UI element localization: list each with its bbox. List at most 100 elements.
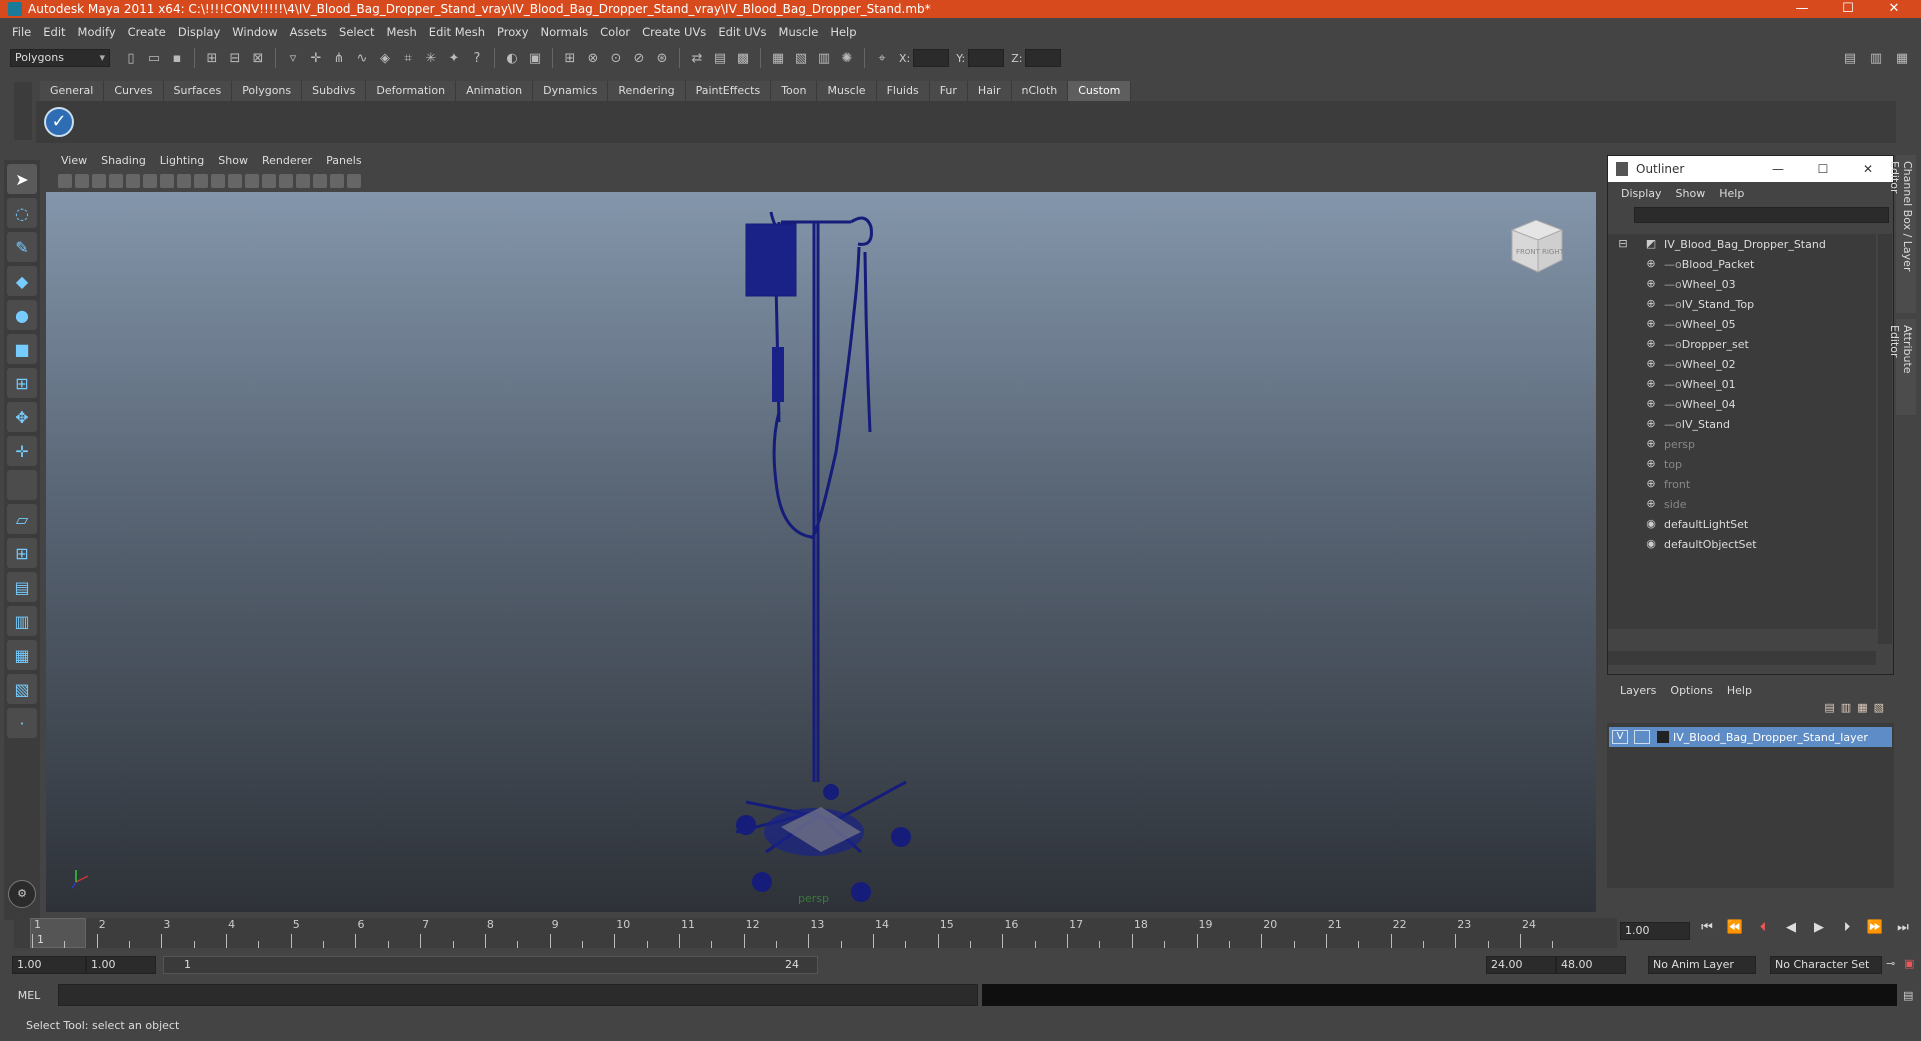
layout-more-icon[interactable]: · bbox=[7, 708, 37, 738]
shelf-tab-deformation[interactable]: Deformation bbox=[366, 81, 457, 101]
save-scene-icon[interactable]: ▪ bbox=[167, 48, 187, 68]
outliner-menu-display[interactable]: Display bbox=[1614, 187, 1669, 200]
lighting-icon[interactable] bbox=[245, 174, 259, 188]
menu-help[interactable]: Help bbox=[824, 25, 862, 39]
shelf-tab-surfaces[interactable]: Surfaces bbox=[163, 81, 233, 101]
outliner-menu-help[interactable]: Help bbox=[1712, 187, 1751, 200]
construction-history-icon[interactable]: ▤ bbox=[710, 48, 730, 68]
menu-file[interactable]: File bbox=[6, 25, 37, 39]
menu-color[interactable]: Color bbox=[594, 25, 636, 39]
shelf-tab-rendering[interactable]: Rendering bbox=[608, 81, 686, 101]
persp-outliner-layout-icon[interactable]: ▤ bbox=[7, 572, 37, 602]
persp-graph-layout-icon[interactable]: ▥ bbox=[7, 606, 37, 636]
viewport-menu-renderer[interactable]: Renderer bbox=[255, 154, 319, 167]
z-field[interactable]: Z: bbox=[1011, 49, 1062, 67]
menu-modify[interactable]: Modify bbox=[72, 25, 122, 39]
menu-edit-uvs[interactable]: Edit UVs bbox=[712, 25, 772, 39]
playback-end-field[interactable]: 24.00 bbox=[1486, 956, 1556, 974]
show-hide-attribute-editor-icon[interactable]: ▤ bbox=[1840, 48, 1860, 68]
play-backwards-icon[interactable]: ◀ bbox=[1779, 920, 1803, 942]
shelf-tab-fluids[interactable]: Fluids bbox=[876, 81, 930, 101]
menu-assets[interactable]: Assets bbox=[284, 25, 333, 39]
viewport-menu-shading[interactable]: Shading bbox=[94, 154, 153, 167]
x-input[interactable] bbox=[913, 49, 950, 67]
character-set-select[interactable]: No Character Set bbox=[1770, 956, 1882, 974]
select-handles-icon[interactable]: ✛ bbox=[306, 48, 326, 68]
outliner-item[interactable]: ⊕ side bbox=[1608, 494, 1876, 514]
outliner-minimize-button[interactable]: — bbox=[1758, 156, 1798, 182]
menu-window[interactable]: Window bbox=[226, 25, 283, 39]
select-object-icon[interactable]: ⊟ bbox=[225, 48, 245, 68]
select-tool-icon[interactable]: ➤ bbox=[7, 164, 37, 194]
last-tool-icon[interactable] bbox=[7, 470, 37, 500]
mel-label[interactable]: MEL bbox=[0, 989, 58, 1002]
select-deformations-icon[interactable]: ⌗ bbox=[398, 48, 418, 68]
select-hierarchy-icon[interactable]: ⊞ bbox=[202, 48, 222, 68]
layer-color-icon[interactable] bbox=[1657, 731, 1669, 743]
rotate-tool-icon[interactable]: ● bbox=[7, 300, 37, 330]
lasso-tool-icon[interactable]: ◌ bbox=[7, 198, 37, 228]
outliner-item[interactable]: ⊕ —o IV_Stand_Top bbox=[1608, 294, 1876, 314]
z-input[interactable] bbox=[1025, 49, 1062, 67]
textured-icon[interactable] bbox=[228, 174, 242, 188]
outliner-item[interactable]: ⊟ ◩ IV_Blood_Bag_Dropper_Stand bbox=[1608, 234, 1876, 254]
layers-menu-options[interactable]: Options bbox=[1663, 684, 1719, 697]
outliner-item[interactable]: ⊕ —o Dropper_set bbox=[1608, 334, 1876, 354]
play-forwards-icon[interactable]: ▶ bbox=[1807, 920, 1831, 942]
shelf-tab-subdivs[interactable]: Subdivs bbox=[302, 81, 367, 101]
scale-tool-icon[interactable]: ■ bbox=[7, 334, 37, 364]
highlight-selection-icon[interactable]: ▣ bbox=[525, 48, 545, 68]
viewport-menu-lighting[interactable]: Lighting bbox=[153, 154, 211, 167]
paint-select-tool-icon[interactable]: ✎ bbox=[7, 232, 37, 262]
ipr-render-icon[interactable]: ▧ bbox=[791, 48, 811, 68]
viewport-menu-show[interactable]: Show bbox=[211, 154, 255, 167]
new-scene-icon[interactable]: ▯ bbox=[121, 48, 141, 68]
x-field[interactable]: X: bbox=[899, 49, 950, 67]
isolate-select-icon[interactable] bbox=[279, 174, 293, 188]
collapse-icon[interactable]: ⊟ bbox=[1616, 237, 1630, 251]
wireframe-icon[interactable] bbox=[177, 174, 191, 188]
lock-selection-icon[interactable]: ◐ bbox=[502, 48, 522, 68]
custom-layout-icon[interactable]: ▧ bbox=[7, 674, 37, 704]
shadows-icon[interactable] bbox=[262, 174, 276, 188]
grid-icon[interactable] bbox=[126, 174, 140, 188]
menu-select[interactable]: Select bbox=[333, 25, 380, 39]
outliner-maximize-button[interactable]: ☐ bbox=[1803, 156, 1843, 182]
render-view-icon[interactable]: ▦ bbox=[768, 48, 788, 68]
move-layer-up-icon[interactable]: ▤ bbox=[1824, 701, 1834, 725]
viewport-scene[interactable]: FRONT RIGHT persp bbox=[46, 192, 1596, 912]
outliner-item[interactable]: ◉ defaultLightSet bbox=[1608, 514, 1876, 534]
outliner-filter-input[interactable] bbox=[1634, 207, 1889, 223]
shelf-tab-dynamics[interactable]: Dynamics bbox=[533, 81, 609, 101]
menu-edit[interactable]: Edit bbox=[37, 25, 71, 39]
film-gate-icon[interactable] bbox=[143, 174, 157, 188]
playback-start-field[interactable]: 1.00 bbox=[86, 956, 156, 974]
outliner-item[interactable]: ⊕ —o IV_Stand bbox=[1608, 414, 1876, 434]
move-tool-icon[interactable]: ◆ bbox=[7, 266, 37, 296]
animation-start-field[interactable]: 1.00 bbox=[12, 956, 86, 974]
viewport-menu-panels[interactable]: Panels bbox=[319, 154, 368, 167]
maximize-button[interactable]: ☐ bbox=[1825, 0, 1871, 18]
outliner-item[interactable]: ⊕ front bbox=[1608, 474, 1876, 494]
show-manipulator-icon[interactable]: ✛ bbox=[7, 436, 37, 466]
auto-key-icon[interactable]: ⊸ bbox=[1886, 957, 1895, 970]
move-layer-down-icon[interactable]: ▥ bbox=[1841, 701, 1851, 725]
hypershade-layout-icon[interactable]: ▦ bbox=[7, 640, 37, 670]
outliner-item[interactable]: ⊕ —o Wheel_04 bbox=[1608, 394, 1876, 414]
outliner-item[interactable]: ⊕ —o Wheel_02 bbox=[1608, 354, 1876, 374]
hardware-texture-icon[interactable] bbox=[330, 174, 344, 188]
shelf-tab-polygons[interactable]: Polygons bbox=[232, 81, 303, 101]
outliner-item[interactable]: ⊕ —o Wheel_05 bbox=[1608, 314, 1876, 334]
render-current-icon[interactable]: ▩ bbox=[733, 48, 753, 68]
flat-shade-icon[interactable] bbox=[211, 174, 225, 188]
viewcube[interactable]: FRONT RIGHT bbox=[1506, 214, 1568, 276]
pick-mask-icon[interactable]: ▿ bbox=[283, 48, 303, 68]
layers-menu-help[interactable]: Help bbox=[1720, 684, 1759, 697]
shelf-tab-toon[interactable]: Toon bbox=[771, 81, 818, 101]
menu-create[interactable]: Create bbox=[122, 25, 172, 39]
smooth-shade-icon[interactable] bbox=[194, 174, 208, 188]
step-back-key-icon[interactable]: ⏪ bbox=[1723, 920, 1747, 942]
menu-edit-mesh[interactable]: Edit Mesh bbox=[423, 25, 491, 39]
shelf-tab-painteffects[interactable]: PaintEffects bbox=[685, 81, 772, 101]
shelf-tab-fur[interactable]: Fur bbox=[929, 81, 968, 101]
